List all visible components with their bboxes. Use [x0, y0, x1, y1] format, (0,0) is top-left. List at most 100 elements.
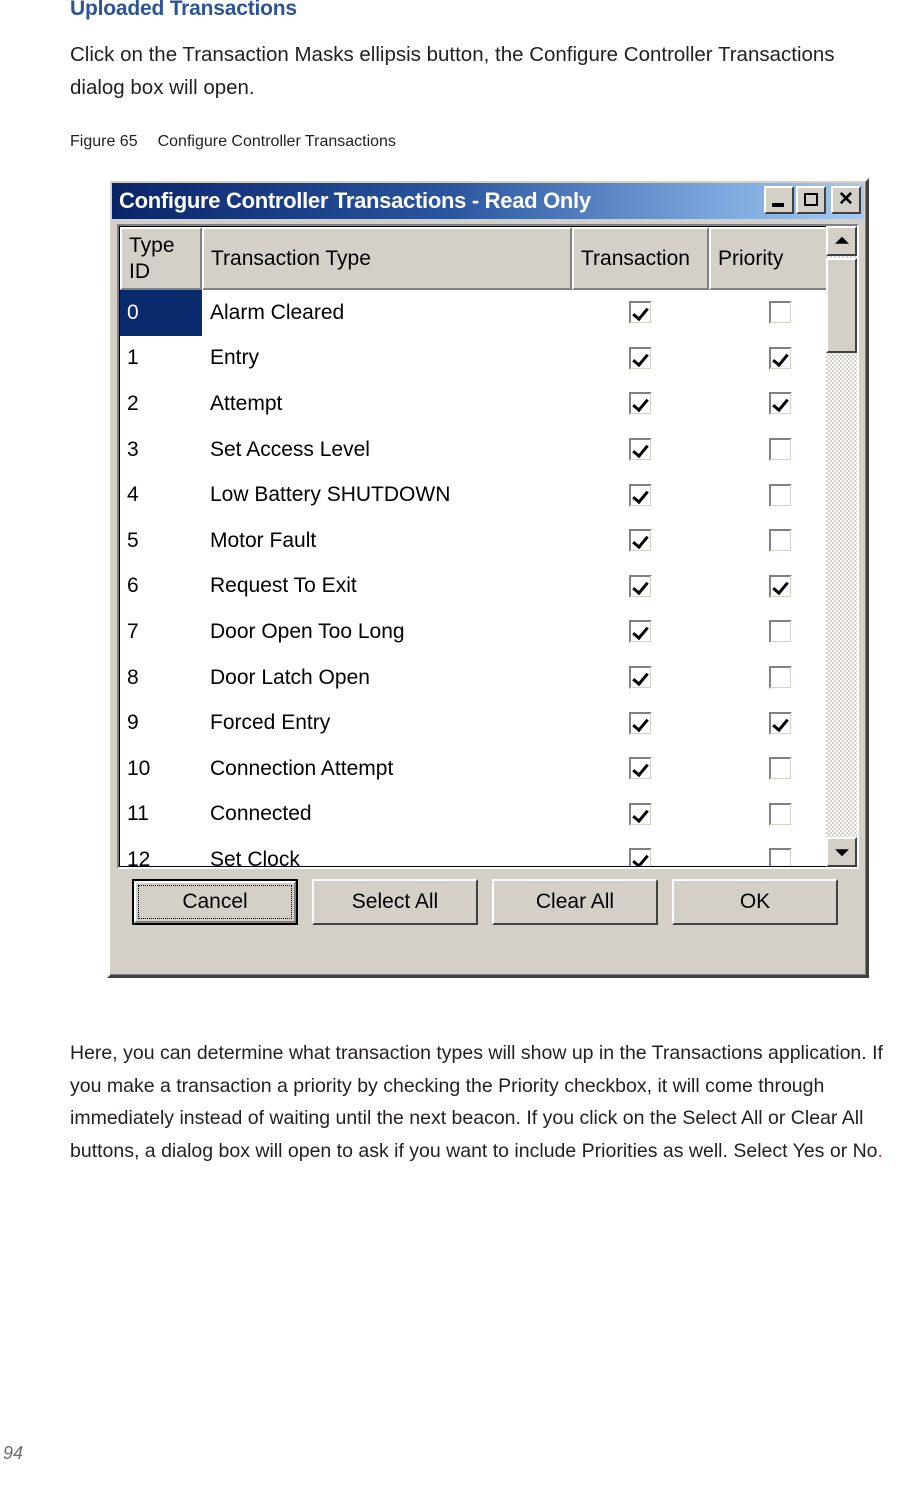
- cell-transaction-type[interactable]: Motor Fault: [202, 529, 572, 553]
- cell-type-id[interactable]: 2: [120, 381, 202, 427]
- cell-transaction-type[interactable]: Connection Attempt: [202, 757, 572, 781]
- cell-type-id[interactable]: 9: [120, 700, 202, 746]
- transaction-checkbox[interactable]: [629, 392, 652, 416]
- figure-title: Configure Controller Transactions: [157, 133, 396, 150]
- transaction-checkbox[interactable]: [629, 666, 652, 690]
- cell-type-id[interactable]: 6: [120, 564, 202, 610]
- table-row[interactable]: 3 Set Access Level: [120, 427, 856, 473]
- table-row[interactable]: 11 Connected: [120, 792, 856, 838]
- transaction-checkbox[interactable]: [629, 802, 652, 826]
- cell-transaction-type[interactable]: Set Access Level: [202, 438, 572, 462]
- cell-transaction-type[interactable]: Entry: [202, 346, 572, 370]
- transaction-checkbox[interactable]: [629, 574, 652, 598]
- transaction-checkbox[interactable]: [629, 301, 652, 325]
- cell-type-id[interactable]: 1: [120, 336, 202, 382]
- ok-button-label: OK: [739, 890, 771, 913]
- table-row[interactable]: 8 Door Latch Open: [120, 655, 856, 701]
- transaction-checkbox[interactable]: [629, 757, 652, 781]
- priority-checkbox[interactable]: [769, 666, 792, 690]
- cell-transaction-checkbox[interactable]: [572, 438, 709, 462]
- cancel-button-label: Cancel: [182, 890, 248, 913]
- column-header-transaction-type[interactable]: Transaction Type: [202, 227, 572, 290]
- priority-checkbox[interactable]: [769, 346, 792, 370]
- table-body: 0 Alarm Cleared 1 Entry 2 Attempt 3 Set Access …: [120, 290, 856, 866]
- priority-checkbox[interactable]: [769, 757, 792, 781]
- priority-checkbox[interactable]: [769, 301, 792, 325]
- dialog-titlebar[interactable]: Configure Controller Transactions - Read…: [112, 183, 864, 219]
- cell-transaction-type[interactable]: Attempt: [202, 392, 572, 416]
- priority-checkbox[interactable]: [769, 483, 792, 507]
- scroll-up-button[interactable]: [826, 226, 857, 256]
- scroll-down-button[interactable]: [826, 837, 857, 867]
- cell-transaction-checkbox[interactable]: [572, 666, 709, 690]
- maximize-icon: [804, 193, 818, 206]
- priority-checkbox[interactable]: [769, 711, 792, 735]
- ok-button[interactable]: OK: [672, 879, 838, 925]
- cell-transaction-type[interactable]: Door Latch Open: [202, 666, 572, 690]
- table-row[interactable]: 4 Low Battery SHUTDOWN: [120, 472, 856, 518]
- figure-caption: Figure 65 Configure Controller Transactio…: [70, 133, 396, 151]
- cell-transaction-checkbox[interactable]: [572, 529, 709, 553]
- cell-transaction-type[interactable]: Door Open Too Long: [202, 620, 572, 644]
- table-row[interactable]: 2 Attempt: [120, 381, 856, 427]
- cell-type-id[interactable]: 3: [120, 427, 202, 473]
- table-row[interactable]: 5 Motor Fault: [120, 518, 856, 564]
- column-header-transaction[interactable]: Transaction: [572, 227, 709, 290]
- cell-type-id[interactable]: 5: [120, 518, 202, 564]
- transaction-checkbox[interactable]: [629, 346, 652, 370]
- table-row[interactable]: 9 Forced Entry: [120, 700, 856, 746]
- transaction-checkbox[interactable]: [629, 711, 652, 735]
- minimize-button[interactable]: [764, 186, 794, 214]
- priority-checkbox[interactable]: [769, 438, 792, 462]
- cell-transaction-checkbox[interactable]: [572, 848, 709, 866]
- transaction-checkbox[interactable]: [629, 483, 652, 507]
- table-row[interactable]: 1 Entry: [120, 336, 856, 382]
- cell-transaction-type[interactable]: Connected: [202, 802, 572, 826]
- vertical-scrollbar[interactable]: [826, 226, 857, 867]
- cell-transaction-type[interactable]: Alarm Cleared: [202, 301, 572, 325]
- cell-transaction-checkbox[interactable]: [572, 802, 709, 826]
- cell-transaction-checkbox[interactable]: [572, 574, 709, 598]
- cell-transaction-checkbox[interactable]: [572, 392, 709, 416]
- cell-type-id[interactable]: 8: [120, 655, 202, 701]
- clear-all-button[interactable]: Clear All: [492, 879, 658, 925]
- cell-transaction-checkbox[interactable]: [572, 346, 709, 370]
- cancel-button[interactable]: Cancel: [132, 879, 298, 925]
- cell-type-id[interactable]: 4: [120, 472, 202, 518]
- priority-checkbox[interactable]: [769, 574, 792, 598]
- explanation-text: Here, you can determine what transaction…: [70, 1042, 883, 1162]
- table-row[interactable]: 6 Request To Exit: [120, 564, 856, 610]
- table-row[interactable]: 7 Door Open Too Long: [120, 609, 856, 655]
- table-row[interactable]: 10 Connection Attempt: [120, 746, 856, 792]
- cell-transaction-type[interactable]: Request To Exit: [202, 574, 572, 598]
- transaction-checkbox[interactable]: [629, 529, 652, 553]
- close-button[interactable]: ✕: [831, 186, 861, 214]
- table-row[interactable]: 12 Set Clock: [120, 837, 856, 866]
- cell-type-id[interactable]: 0: [120, 290, 202, 336]
- cell-transaction-checkbox[interactable]: [572, 757, 709, 781]
- cell-transaction-checkbox[interactable]: [572, 301, 709, 325]
- cell-transaction-checkbox[interactable]: [572, 483, 709, 507]
- table-row[interactable]: 0 Alarm Cleared: [120, 290, 856, 336]
- cell-transaction-checkbox[interactable]: [572, 711, 709, 735]
- cell-transaction-type[interactable]: Set Clock: [202, 848, 572, 866]
- cell-type-id[interactable]: 7: [120, 609, 202, 655]
- cell-transaction-checkbox[interactable]: [572, 620, 709, 644]
- priority-checkbox[interactable]: [769, 620, 792, 644]
- transaction-checkbox[interactable]: [629, 620, 652, 644]
- cell-transaction-type[interactable]: Forced Entry: [202, 711, 572, 735]
- column-header-type-id[interactable]: Type ID: [120, 227, 202, 290]
- priority-checkbox[interactable]: [769, 802, 792, 826]
- priority-checkbox[interactable]: [769, 848, 792, 866]
- scrollbar-thumb[interactable]: [826, 258, 857, 353]
- transaction-checkbox[interactable]: [629, 848, 652, 866]
- cell-type-id[interactable]: 11: [120, 792, 202, 838]
- cell-type-id[interactable]: 12: [120, 837, 202, 866]
- priority-checkbox[interactable]: [769, 392, 792, 416]
- priority-checkbox[interactable]: [769, 529, 792, 553]
- cell-type-id[interactable]: 10: [120, 746, 202, 792]
- cell-transaction-type[interactable]: Low Battery SHUTDOWN: [202, 483, 572, 507]
- transaction-checkbox[interactable]: [629, 438, 652, 462]
- select-all-button[interactable]: Select All: [312, 879, 478, 925]
- maximize-button[interactable]: [796, 186, 826, 214]
